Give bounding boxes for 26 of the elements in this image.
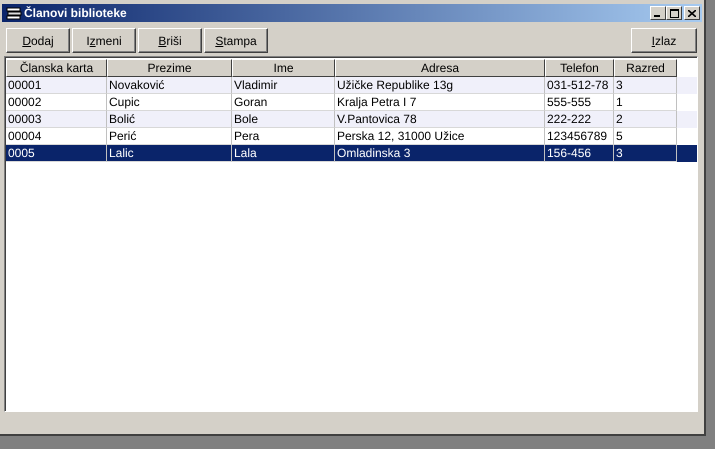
maximize-button[interactable] xyxy=(666,6,682,20)
maximize-icon xyxy=(670,8,678,18)
table-row[interactable]: 0005 Lalic Lala Omladinska 3 156-456 3 xyxy=(6,145,697,162)
toolbar-button[interactable]: Izmeni xyxy=(72,28,136,53)
column-header[interactable]: Adresa xyxy=(335,59,545,77)
minimize-button[interactable] xyxy=(650,6,666,20)
table-cell: Lala xyxy=(232,145,335,162)
close-icon xyxy=(688,10,696,16)
exit-button[interactable]: Izlaz xyxy=(631,28,697,53)
close-button[interactable] xyxy=(684,6,700,20)
table-cell: 156-456 xyxy=(545,145,614,162)
toolbar-button[interactable]: Briši xyxy=(138,28,202,53)
table-cell: Lalic xyxy=(107,145,232,162)
toolbar-button[interactable]: Dodaj xyxy=(6,28,70,53)
toolbar-button[interactable]: Stampa xyxy=(204,28,268,53)
table-cell: 3 xyxy=(614,145,677,162)
table-row[interactable]: 00001 Novaković Vladimir Užičke Republike 13g 031-512-78 3 xyxy=(6,77,697,94)
table-cell: 0005 xyxy=(6,145,107,162)
column-header[interactable]: Ime xyxy=(232,59,335,77)
window-title: Članovi biblioteke xyxy=(24,6,128,20)
column-header[interactable]: Telefon xyxy=(545,59,614,77)
column-header[interactable]: Razred xyxy=(614,59,677,77)
column-header[interactable]: Članska karta xyxy=(6,59,107,77)
table-row[interactable]: 00003 Bolić Bole V.Pantovica 78 222-222 2 xyxy=(6,111,697,128)
column-header[interactable]: Prezime xyxy=(107,59,232,77)
table-cell: Omladinska 3 xyxy=(335,145,545,162)
